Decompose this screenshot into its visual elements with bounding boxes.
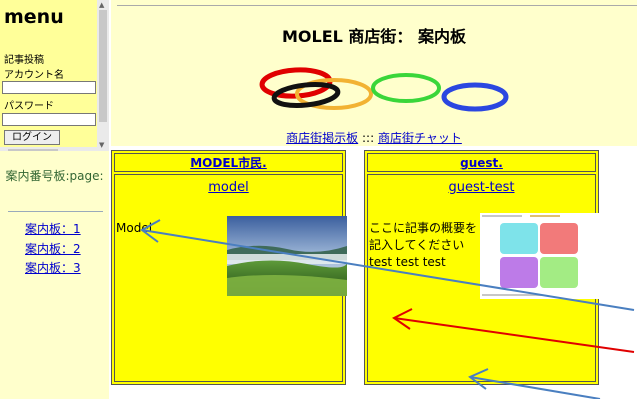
account-input[interactable]: [2, 81, 96, 94]
horizontal-scrollbar[interactable]: [0, 147, 97, 151]
author-link[interactable]: guest.: [460, 156, 503, 170]
board-link-1[interactable]: 案内板：1: [25, 220, 81, 237]
account-label: アカウント名: [4, 70, 64, 81]
vertical-scrollbar[interactable]: ▲ ▼: [97, 0, 109, 151]
rings-logo: [259, 67, 509, 112]
card-body: guest-test ここに記事の概要を記入してください test test t…: [367, 174, 600, 382]
menu-title: menu: [4, 6, 64, 28]
nav-separator: :::: [361, 131, 375, 145]
landscape-image[interactable]: [227, 216, 347, 296]
annai-number-label: 案内番号板:page:: [5, 169, 104, 183]
scroll-up-icon[interactable]: ▲: [99, 1, 104, 9]
post-summary: Model: [116, 221, 153, 235]
post-title-link[interactable]: model: [115, 180, 342, 195]
scroll-down-icon[interactable]: ▼: [99, 141, 104, 149]
chat-nav-link[interactable]: 商店街チャット: [378, 131, 462, 145]
divider: [8, 211, 103, 212]
board-link-3[interactable]: 案内板：3: [25, 259, 81, 276]
hscroll-thumb[interactable]: [8, 149, 58, 151]
card-header: guest.: [367, 153, 596, 172]
author-link[interactable]: MODEL市民.: [190, 156, 267, 170]
header-divider: [117, 5, 637, 6]
post-label: 記事投稿: [4, 55, 44, 66]
password-input[interactable]: [2, 113, 96, 126]
nav-links: 商店街掲示板 ::: 商店街チャット: [111, 129, 637, 146]
post-card: guest. guest-test ここに記事の概要を記入してください test…: [364, 150, 600, 385]
menu-frame: menu 記事投稿 アカウント名 パスワード ログイン ▲ ▼: [0, 0, 109, 151]
post-title-link[interactable]: guest-test: [368, 180, 595, 195]
scroll-thumb[interactable]: [99, 10, 107, 122]
post-summary: ここに記事の概要を記入してください test test test: [369, 221, 478, 269]
card-header: MODEL市民.: [114, 153, 343, 172]
login-button[interactable]: ログイン: [4, 130, 60, 145]
card-body: model Model: [114, 174, 347, 382]
password-label: パスワード: [4, 101, 54, 112]
post-card: MODEL市民. model Model: [111, 150, 347, 385]
board-link-2[interactable]: 案内板：2: [25, 240, 81, 257]
left-sidebar: menu 記事投稿 アカウント名 パスワード ログイン ▲ ▼ 案内番号板:pa…: [0, 0, 109, 399]
page-title: MOLEL 商店街： 案内板: [282, 27, 466, 46]
board-nav-link[interactable]: 商店街掲示板: [286, 131, 358, 145]
thumbnail-image[interactable]: [480, 213, 600, 299]
